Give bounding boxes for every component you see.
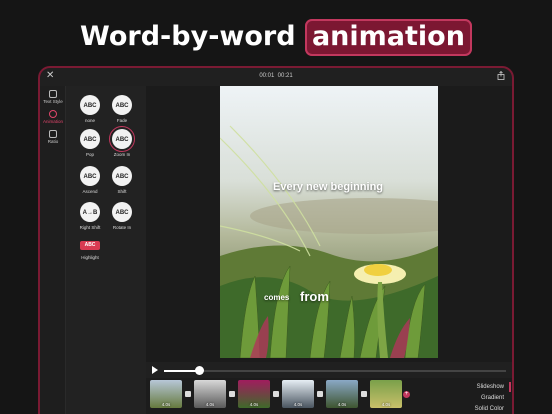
rail-label: Ratio <box>47 139 59 144</box>
effect-zoom-in[interactable]: ABC Zoom In <box>108 126 136 157</box>
rail-item-text-style[interactable]: Text Style <box>40 90 66 104</box>
menu-slideshow[interactable]: Slideshow <box>444 384 504 395</box>
clip-duration: 4.0s <box>337 402 347 407</box>
menu-gradient[interactable]: Gradient <box>444 395 504 406</box>
preview-image <box>220 86 438 358</box>
clip-duration: 4.0s <box>205 402 215 407</box>
clip-thumbnail[interactable]: 4.0s <box>194 380 226 408</box>
rail-label: Animation <box>42 119 63 124</box>
transition-icon[interactable] <box>185 391 191 397</box>
effect-label: Right Shift <box>79 225 101 230</box>
text-style-icon <box>49 90 57 98</box>
clip-timeline: 4.0s 4.0s 4.0s 4.0s 4.0s 4.0s + Slideshow Gra… <box>146 378 512 414</box>
effect-icon: ABC <box>80 129 100 149</box>
transition-icon[interactable] <box>229 391 235 397</box>
clip-duration: 4.0s <box>381 402 391 407</box>
play-icon[interactable] <box>152 366 158 374</box>
clip-thumbnail[interactable]: 4.0s <box>326 380 358 408</box>
rail-item-animation[interactable]: Animation <box>40 110 66 124</box>
rail-label: Text Style <box>43 99 63 104</box>
effect-pop[interactable]: ABC Pop <box>76 129 104 157</box>
playback-bar <box>146 364 512 378</box>
left-rail: Text Style Animation Ratio <box>40 86 66 414</box>
effect-label: Pop <box>85 152 94 157</box>
caption-line1: Every new beginning <box>273 181 384 193</box>
time-total: 00:21 <box>277 73 293 79</box>
effect-ascend[interactable]: ABC Ascend <box>76 166 104 194</box>
effect-icon: ABC <box>112 95 132 115</box>
transition-icon[interactable] <box>273 391 279 397</box>
clip-thumbnail[interactable]: 4.0s <box>238 380 270 408</box>
animation-icon <box>49 110 57 118</box>
time-display: 00:01 00:21 <box>40 73 512 79</box>
clip-thumbnail[interactable]: 4.0s <box>150 380 182 408</box>
scrub-track[interactable] <box>164 370 506 372</box>
effect-icon: ABC <box>80 166 100 186</box>
effect-shift[interactable]: ABC Shift <box>108 166 136 194</box>
effect-label: Rotate In <box>112 225 132 230</box>
share-icon[interactable] <box>497 71 505 80</box>
effect-label: Shift <box>117 189 127 194</box>
effect-label: Highlight <box>81 255 99 260</box>
add-clip-icon[interactable]: + <box>403 391 410 398</box>
rail-item-ratio[interactable]: Ratio <box>40 130 66 144</box>
animation-effects-panel: ABC none ABC Fade ABC Pop ABC Zoom In AB… <box>66 86 146 414</box>
background-menu: Slideshow Gradient Solid Color <box>444 384 504 414</box>
effect-right-shift[interactable]: A→B Right Shift <box>76 202 104 230</box>
clip-duration: 4.0s <box>249 402 259 407</box>
headline: Word-by-word animation <box>0 19 552 56</box>
top-bar: ✕ 00:01 00:21 <box>40 68 512 86</box>
transition-icon[interactable] <box>361 391 367 397</box>
effect-icon: ABC <box>112 202 132 222</box>
effect-highlight[interactable]: ABC Highlight <box>76 236 104 260</box>
clip-thumbnail[interactable]: 4.0s <box>282 380 314 408</box>
caption-word-from: from <box>300 289 329 304</box>
headline-highlight: animation <box>304 19 472 56</box>
effect-icon: A→B <box>80 202 100 222</box>
effect-label: Fade <box>116 118 128 123</box>
headline-text: Word-by-word <box>80 21 296 52</box>
ratio-icon <box>49 130 57 138</box>
effect-icon: ABC <box>80 95 100 115</box>
effect-label: none <box>84 118 95 123</box>
transition-icon[interactable] <box>317 391 323 397</box>
menu-solid-color[interactable]: Solid Color <box>444 406 504 414</box>
effect-fade[interactable]: ABC Fade <box>108 95 136 123</box>
clip-duration: 4.0s <box>161 402 171 407</box>
effect-rotate-in[interactable]: ABC Rotate In <box>108 202 136 230</box>
effect-label: Ascend <box>82 189 98 194</box>
video-preview[interactable]: Every new beginning comes from <box>220 86 438 358</box>
app-window: ✕ 00:01 00:21 Text Style Animation Ratio… <box>38 66 514 414</box>
effect-label: Zoom In <box>113 152 131 157</box>
scrub-progress <box>164 370 199 372</box>
effect-icon: ABC <box>109 126 135 152</box>
clip-thumbnail[interactable]: 4.0s <box>370 380 402 408</box>
effect-icon: ABC <box>80 241 100 250</box>
time-current: 00:01 <box>259 73 275 79</box>
effect-none[interactable]: ABC none <box>76 95 104 123</box>
scrub-handle[interactable] <box>194 366 204 375</box>
caption-word-comes: comes <box>264 293 290 302</box>
clip-duration: 4.0s <box>293 402 303 407</box>
effect-icon: ABC <box>112 166 132 186</box>
menu-scroll-indicator <box>509 382 511 392</box>
